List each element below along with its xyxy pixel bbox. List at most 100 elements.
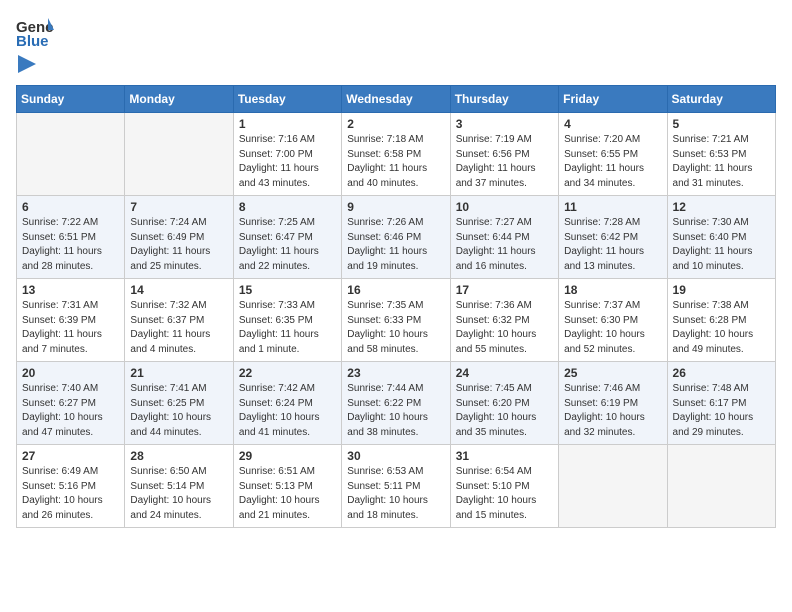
calendar-cell: 11 Sunrise: 7:28 AM Sunset: 6:42 PM Dayli… [559, 196, 667, 279]
calendar-cell: 31 Sunrise: 6:54 AM Sunset: 5:10 PM Dayli… [450, 445, 558, 528]
week-row-2: 6 Sunrise: 7:22 AM Sunset: 6:51 PM Daylig… [17, 196, 776, 279]
day-info: Sunrise: 6:49 AM Sunset: 5:16 PM Dayligh… [22, 465, 119, 523]
day-info: Sunrise: 7:33 AM Sunset: 6:35 PM Dayligh… [239, 299, 336, 357]
day-number: 9 [347, 200, 444, 214]
weekday-header-friday: Friday [559, 86, 667, 113]
day-info: Sunrise: 7:21 AM Sunset: 6:53 PM Dayligh… [673, 133, 770, 191]
calendar-cell: 7 Sunrise: 7:24 AM Sunset: 6:49 PM Daylig… [125, 196, 233, 279]
day-info: Sunrise: 7:18 AM Sunset: 6:58 PM Dayligh… [347, 133, 444, 191]
day-info: Sunrise: 7:16 AM Sunset: 7:00 PM Dayligh… [239, 133, 336, 191]
day-info: Sunrise: 7:41 AM Sunset: 6:25 PM Dayligh… [130, 382, 227, 440]
day-number: 4 [564, 117, 661, 131]
logo-icon: General Blue [16, 16, 54, 48]
day-number: 15 [239, 283, 336, 297]
week-row-1: 1 Sunrise: 7:16 AM Sunset: 7:00 PM Daylig… [17, 113, 776, 196]
day-number: 2 [347, 117, 444, 131]
calendar-cell: 27 Sunrise: 6:49 AM Sunset: 5:16 PM Dayli… [17, 445, 125, 528]
logo-triangle-icon [18, 55, 36, 73]
day-number: 27 [22, 449, 119, 463]
day-number: 3 [456, 117, 553, 131]
header: General Blue [16, 16, 776, 73]
calendar-cell: 24 Sunrise: 7:45 AM Sunset: 6:20 PM Dayli… [450, 362, 558, 445]
weekday-header-thursday: Thursday [450, 86, 558, 113]
day-info: Sunrise: 6:54 AM Sunset: 5:10 PM Dayligh… [456, 465, 553, 523]
day-number: 1 [239, 117, 336, 131]
weekday-header-row: SundayMondayTuesdayWednesdayThursdayFrid… [17, 86, 776, 113]
day-info: Sunrise: 6:50 AM Sunset: 5:14 PM Dayligh… [130, 465, 227, 523]
day-number: 30 [347, 449, 444, 463]
day-number: 14 [130, 283, 227, 297]
day-info: Sunrise: 7:32 AM Sunset: 6:37 PM Dayligh… [130, 299, 227, 357]
week-row-3: 13 Sunrise: 7:31 AM Sunset: 6:39 PM Dayli… [17, 279, 776, 362]
day-number: 5 [673, 117, 770, 131]
calendar-cell: 3 Sunrise: 7:19 AM Sunset: 6:56 PM Daylig… [450, 113, 558, 196]
calendar-cell: 9 Sunrise: 7:26 AM Sunset: 6:46 PM Daylig… [342, 196, 450, 279]
calendar-cell: 4 Sunrise: 7:20 AM Sunset: 6:55 PM Daylig… [559, 113, 667, 196]
calendar-cell: 21 Sunrise: 7:41 AM Sunset: 6:25 PM Dayli… [125, 362, 233, 445]
day-info: Sunrise: 7:30 AM Sunset: 6:40 PM Dayligh… [673, 216, 770, 274]
day-info: Sunrise: 7:19 AM Sunset: 6:56 PM Dayligh… [456, 133, 553, 191]
calendar-cell: 25Sunrise: 7:46 AM Sunset: 6:19 PM Dayli… [559, 362, 667, 445]
weekday-header-wednesday: Wednesday [342, 86, 450, 113]
svg-text:Blue: Blue [16, 33, 49, 48]
calendar-cell [559, 445, 667, 528]
day-info: Sunrise: 7:25 AM Sunset: 6:47 PM Dayligh… [239, 216, 336, 274]
day-info: Sunrise: 7:31 AM Sunset: 6:39 PM Dayligh… [22, 299, 119, 357]
day-number: 25 [564, 366, 661, 380]
weekday-header-sunday: Sunday [17, 86, 125, 113]
calendar-cell: 18 Sunrise: 7:37 AM Sunset: 6:30 PM Dayli… [559, 279, 667, 362]
day-number: 12 [673, 200, 770, 214]
day-number: 16 [347, 283, 444, 297]
day-info: Sunrise: 7:42 AM Sunset: 6:24 PM Dayligh… [239, 382, 336, 440]
calendar-cell: 17Sunrise: 7:36 AM Sunset: 6:32 PM Dayli… [450, 279, 558, 362]
day-info: Sunrise: 7:28 AM Sunset: 6:42 PM Dayligh… [564, 216, 661, 274]
calendar-cell: 26Sunrise: 7:48 AM Sunset: 6:17 PM Dayli… [667, 362, 775, 445]
calendar-cell: 8Sunrise: 7:25 AM Sunset: 6:47 PM Daylig… [233, 196, 341, 279]
day-info: Sunrise: 7:37 AM Sunset: 6:30 PM Dayligh… [564, 299, 661, 357]
weekday-header-tuesday: Tuesday [233, 86, 341, 113]
day-info: Sunrise: 7:27 AM Sunset: 6:44 PM Dayligh… [456, 216, 553, 274]
calendar-cell [667, 445, 775, 528]
weekday-header-saturday: Saturday [667, 86, 775, 113]
calendar-cell: 20Sunrise: 7:40 AM Sunset: 6:27 PM Dayli… [17, 362, 125, 445]
calendar-cell: 1 Sunrise: 7:16 AM Sunset: 7:00 PM Daylig… [233, 113, 341, 196]
calendar-cell: 29 Sunrise: 6:51 AM Sunset: 5:13 PM Dayli… [233, 445, 341, 528]
day-info: Sunrise: 7:24 AM Sunset: 6:49 PM Dayligh… [130, 216, 227, 274]
calendar-cell: 16 Sunrise: 7:35 AM Sunset: 6:33 PM Dayli… [342, 279, 450, 362]
calendar-cell: 12 Sunrise: 7:30 AM Sunset: 6:40 PM Dayli… [667, 196, 775, 279]
day-number: 28 [130, 449, 227, 463]
day-number: 31 [456, 449, 553, 463]
day-number: 17 [456, 283, 553, 297]
calendar-cell: 30Sunrise: 6:53 AM Sunset: 5:11 PM Dayli… [342, 445, 450, 528]
calendar-cell: 10Sunrise: 7:27 AM Sunset: 6:44 PM Dayli… [450, 196, 558, 279]
day-number: 19 [673, 283, 770, 297]
calendar-cell [125, 113, 233, 196]
day-info: Sunrise: 7:45 AM Sunset: 6:20 PM Dayligh… [456, 382, 553, 440]
day-info: Sunrise: 7:22 AM Sunset: 6:51 PM Dayligh… [22, 216, 119, 274]
calendar-cell: 15 Sunrise: 7:33 AM Sunset: 6:35 PM Dayli… [233, 279, 341, 362]
calendar-cell [17, 113, 125, 196]
day-info: Sunrise: 7:20 AM Sunset: 6:55 PM Dayligh… [564, 133, 661, 191]
day-info: Sunrise: 7:26 AM Sunset: 6:46 PM Dayligh… [347, 216, 444, 274]
day-number: 24 [456, 366, 553, 380]
calendar-cell: 5 Sunrise: 7:21 AM Sunset: 6:53 PM Daylig… [667, 113, 775, 196]
day-number: 21 [130, 366, 227, 380]
day-number: 29 [239, 449, 336, 463]
calendar-table: SundayMondayTuesdayWednesdayThursdayFrid… [16, 85, 776, 528]
week-row-4: 20Sunrise: 7:40 AM Sunset: 6:27 PM Dayli… [17, 362, 776, 445]
day-number: 7 [130, 200, 227, 214]
day-info: Sunrise: 7:35 AM Sunset: 6:33 PM Dayligh… [347, 299, 444, 357]
day-number: 18 [564, 283, 661, 297]
calendar-cell: 22Sunrise: 7:42 AM Sunset: 6:24 PM Dayli… [233, 362, 341, 445]
calendar-cell: 13 Sunrise: 7:31 AM Sunset: 6:39 PM Dayli… [17, 279, 125, 362]
calendar-cell: 28 Sunrise: 6:50 AM Sunset: 5:14 PM Dayli… [125, 445, 233, 528]
day-number: 23 [347, 366, 444, 380]
calendar-cell: 6 Sunrise: 7:22 AM Sunset: 6:51 PM Daylig… [17, 196, 125, 279]
day-number: 11 [564, 200, 661, 214]
day-info: Sunrise: 6:51 AM Sunset: 5:13 PM Dayligh… [239, 465, 336, 523]
calendar-cell: 14 Sunrise: 7:32 AM Sunset: 6:37 PM Dayli… [125, 279, 233, 362]
day-number: 20 [22, 366, 119, 380]
calendar-cell: 2 Sunrise: 7:18 AM Sunset: 6:58 PM Daylig… [342, 113, 450, 196]
day-number: 6 [22, 200, 119, 214]
day-number: 13 [22, 283, 119, 297]
